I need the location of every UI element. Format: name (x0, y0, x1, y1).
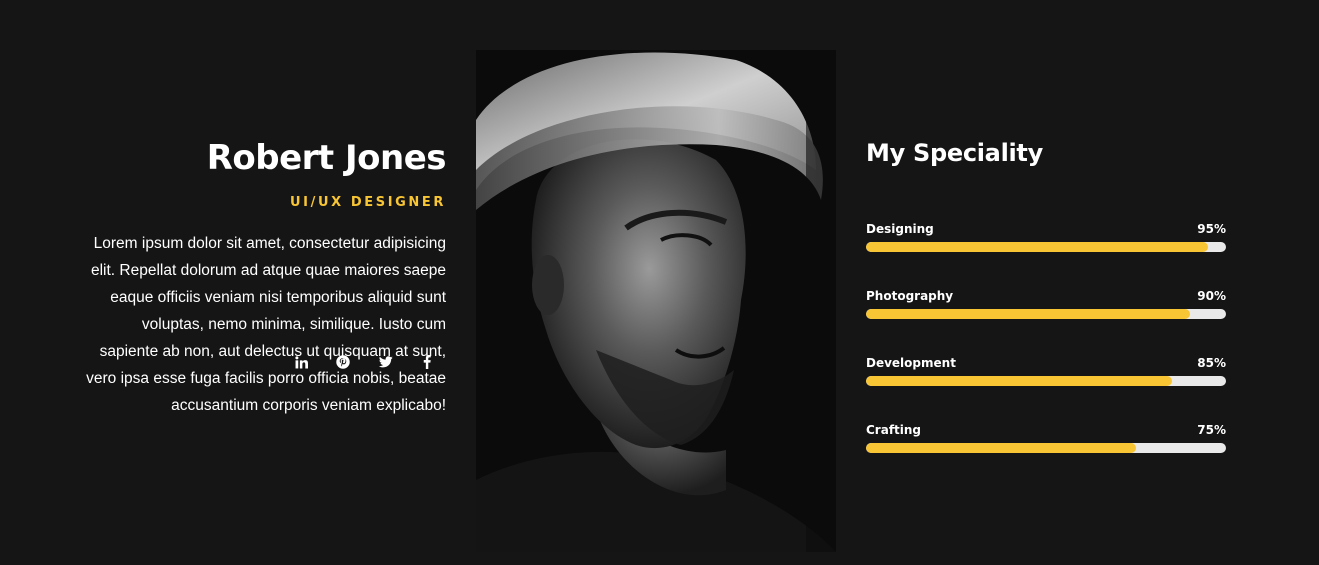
portrait-image (476, 50, 836, 552)
skill-progress-bar (866, 376, 1226, 386)
facebook-icon (423, 355, 431, 369)
skill-progress-fill (866, 242, 1208, 252)
skill-label: Photography (866, 289, 954, 303)
twitter-link[interactable] (375, 351, 397, 373)
skill-percent: 90% (1197, 289, 1226, 303)
skill-crafting: Crafting 75% (866, 422, 1226, 462)
profile-block: Robert Jones UI/UX DESIGNER Lorem ipsum … (80, 130, 446, 419)
skill-progress-bar (866, 309, 1226, 319)
linkedin-link[interactable] (290, 351, 312, 373)
skill-label: Development (866, 356, 956, 370)
skill-percent: 85% (1197, 356, 1226, 370)
skill-progress-bar (866, 242, 1226, 252)
skill-designing: Designing 95% (866, 221, 1226, 261)
speciality-block: My Speciality Designing 95% Photography … (866, 130, 1226, 453)
social-links (285, 351, 435, 373)
skill-photography: Photography 90% (866, 288, 1226, 328)
skill-progress-fill (866, 376, 1172, 386)
skill-label: Crafting (866, 423, 922, 437)
speciality-title: My Speciality (866, 139, 1043, 167)
skill-progress-fill (866, 309, 1190, 319)
profile-photo (476, 50, 836, 552)
facebook-link[interactable] (416, 351, 438, 373)
profile-name: Robert Jones (206, 138, 447, 178)
profile-role: UI/UX DESIGNER (290, 195, 446, 210)
profile-bio: Lorem ipsum dolor sit amet, consectetur … (86, 235, 446, 414)
about-section: Robert Jones UI/UX DESIGNER Lorem ipsum … (0, 0, 1319, 565)
linkedin-icon (294, 355, 308, 368)
skill-percent: 75% (1197, 423, 1226, 437)
skill-progress-bar (866, 443, 1226, 453)
skill-development: Development 85% (866, 355, 1226, 395)
pinterest-link[interactable] (332, 351, 354, 373)
skill-progress-fill (866, 443, 1136, 453)
skill-percent: 95% (1197, 222, 1226, 236)
pinterest-icon (336, 355, 350, 369)
twitter-icon (379, 356, 393, 368)
skill-label: Designing (866, 222, 934, 236)
